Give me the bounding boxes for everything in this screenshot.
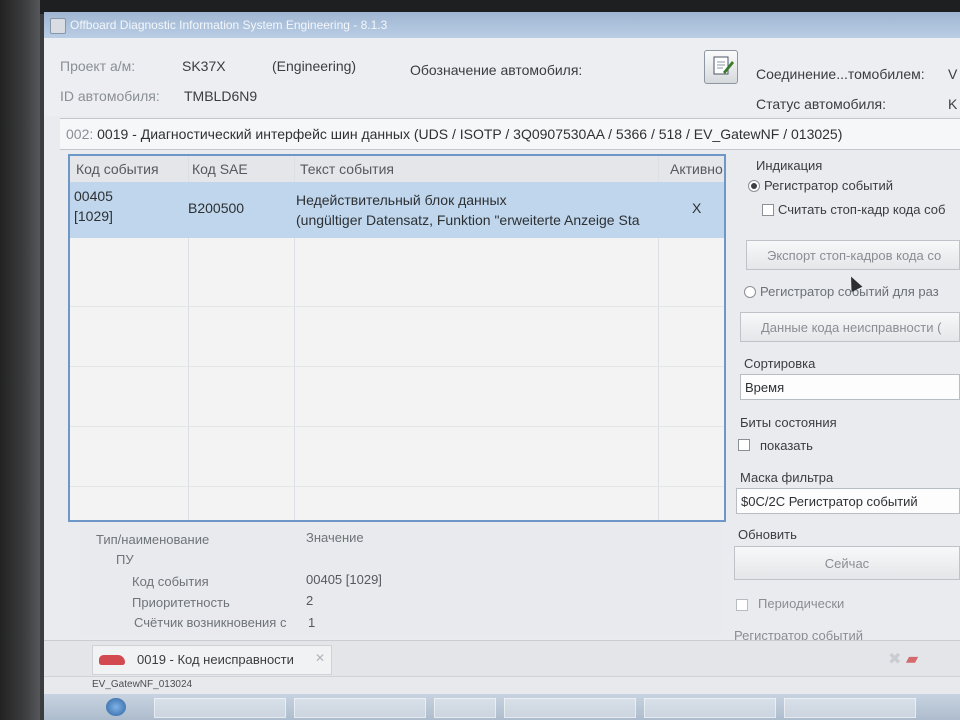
periodic-label: Периодически <box>758 596 845 611</box>
taskbar-slot[interactable] <box>504 698 636 718</box>
col-event-text[interactable]: Текст события <box>300 161 394 177</box>
car-icon <box>99 655 125 665</box>
filter-mask-select[interactable]: $0C/2C Регистратор событий <box>736 488 960 514</box>
row-divider <box>70 486 724 487</box>
filter-mask-title: Маска фильтра <box>740 470 834 485</box>
vehicle-status-value: K <box>948 96 958 112</box>
connection-label: Соединение...томобилем: <box>756 66 925 82</box>
ecu-number: 002: <box>66 126 94 142</box>
vehicle-id-label: ID автомобиля: <box>60 88 160 104</box>
title-bar: Offboard Diagnostic Information System E… <box>44 12 960 38</box>
ecu-selector[interactable]: 002: 0019 - Диагностический интерфейс ши… <box>60 118 960 150</box>
export-freeze-frames-button[interactable]: Экспорт стоп-кадров кода со <box>746 240 960 270</box>
radio-event-log[interactable] <box>748 180 760 192</box>
status-bar: EV_GatewNF_013024 <box>44 676 960 695</box>
freeze-frame-checkbox[interactable] <box>762 204 774 216</box>
status-bits-checkbox[interactable] <box>738 439 750 451</box>
cell-event-text-de: (ungültiger Datensatz, Funktion "erweite… <box>296 212 640 228</box>
tab-fault-code-label: 0019 - Код неисправности <box>137 652 294 667</box>
details-item-label: Код события <box>132 574 209 589</box>
project-mode: (Engineering) <box>272 58 357 74</box>
status-bits-show-label: показать <box>760 438 813 453</box>
event-table-header: Код события Код SAE Текст события Активн… <box>70 156 724 183</box>
taskbar-slot[interactable] <box>434 698 496 718</box>
taskbar-slot[interactable] <box>294 698 426 718</box>
row-divider <box>70 366 724 367</box>
project-label: Проект а/м: <box>60 58 136 74</box>
details-item-label: Приоритетность <box>132 595 230 610</box>
cell-event-code: 00405 <box>74 188 113 204</box>
freeze-frame-label: Считать стоп-кадр кода соб <box>778 202 946 217</box>
taskbar-slot[interactable] <box>644 698 776 718</box>
disconnect-icon[interactable]: ✖ <box>888 651 901 668</box>
edit-notes-button[interactable] <box>704 50 738 84</box>
sort-select[interactable]: Время <box>740 374 960 400</box>
status-bits-title: Биты состояния <box>740 415 837 430</box>
close-icon[interactable]: ✕ <box>315 651 325 665</box>
row-divider <box>70 426 724 427</box>
start-button-icon[interactable] <box>106 698 126 716</box>
cell-active: X <box>692 200 702 216</box>
tab-fault-code[interactable]: 0019 - Код неисправности ✕ <box>92 645 332 675</box>
notepad-pencil-icon <box>713 56 734 74</box>
app-icon <box>50 18 66 34</box>
col-sae-code[interactable]: Код SAE <box>192 161 248 177</box>
radio-event-log-label: Регистратор событий <box>764 178 893 193</box>
event-table: Код события Код SAE Текст события Активн… <box>68 154 726 522</box>
details-item-value: 00405 [1029] <box>306 572 382 587</box>
refresh-title: Обновить <box>738 527 797 542</box>
car-tool-icon[interactable]: ▰ <box>906 651 918 668</box>
vehicle-designation-label: Обозначение автомобиля: <box>410 62 583 78</box>
details-item-value: 1 <box>308 615 316 630</box>
sort-title: Сортировка <box>744 356 816 371</box>
window-title: Offboard Diagnostic Information System E… <box>70 18 388 32</box>
tool-icons[interactable]: ✖ ▰ <box>888 649 918 669</box>
details-item-value: 2 <box>306 593 314 608</box>
taskbar-slot[interactable] <box>154 698 286 718</box>
radio-event-log-dev[interactable] <box>744 286 756 298</box>
os-taskbar <box>44 694 960 720</box>
cell-sae-code: B200500 <box>188 200 245 216</box>
taskbar-slot[interactable] <box>784 698 916 718</box>
options-panel: Индикация Регистратор событий Считать ст… <box>734 152 960 652</box>
details-group[interactable]: ПУ <box>116 552 134 567</box>
tab-bar: 0019 - Код неисправности ✕ ✖ ▰ <box>44 640 960 677</box>
col-active[interactable]: Активно <box>670 161 723 177</box>
connection-value: V <box>948 66 958 82</box>
vehicle-header: Проект а/м: SK37X (Engineering) Обозначе… <box>44 38 960 116</box>
col-event-code[interactable]: Код события <box>76 161 159 177</box>
vehicle-id-value: TMBLD6N9 <box>184 88 258 104</box>
periodic-checkbox[interactable] <box>736 599 748 611</box>
fault-data-button[interactable]: Данные кода неисправности ( <box>740 312 960 342</box>
details-col-value: Значение <box>306 530 364 545</box>
status-text: EV_GatewNF_013024 <box>92 679 193 690</box>
row-divider <box>70 306 724 307</box>
details-item-label: Счётчик возникновения с <box>134 615 287 630</box>
refresh-now-button[interactable]: Сейчас <box>734 546 960 580</box>
cell-event-text: Недействительный блок данных <box>296 192 507 208</box>
indication-title: Индикация <box>756 158 823 173</box>
monitor-bezel-left <box>0 0 40 720</box>
details-col-type: Тип/наименование <box>96 532 210 547</box>
table-row[interactable]: 00405 [1029] B200500 Недействительный бл… <box>70 182 724 238</box>
ecu-description: 0019 - Диагностический интерфейс шин дан… <box>97 126 843 142</box>
app-window: Offboard Diagnostic Information System E… <box>44 12 960 720</box>
project-value: SK37X <box>182 58 226 74</box>
vehicle-status-label: Статус автомобиля: <box>756 96 886 112</box>
cell-event-code-dec: [1029] <box>74 208 113 224</box>
event-details: Тип/наименование Значение ПУ Код события… <box>80 522 722 634</box>
